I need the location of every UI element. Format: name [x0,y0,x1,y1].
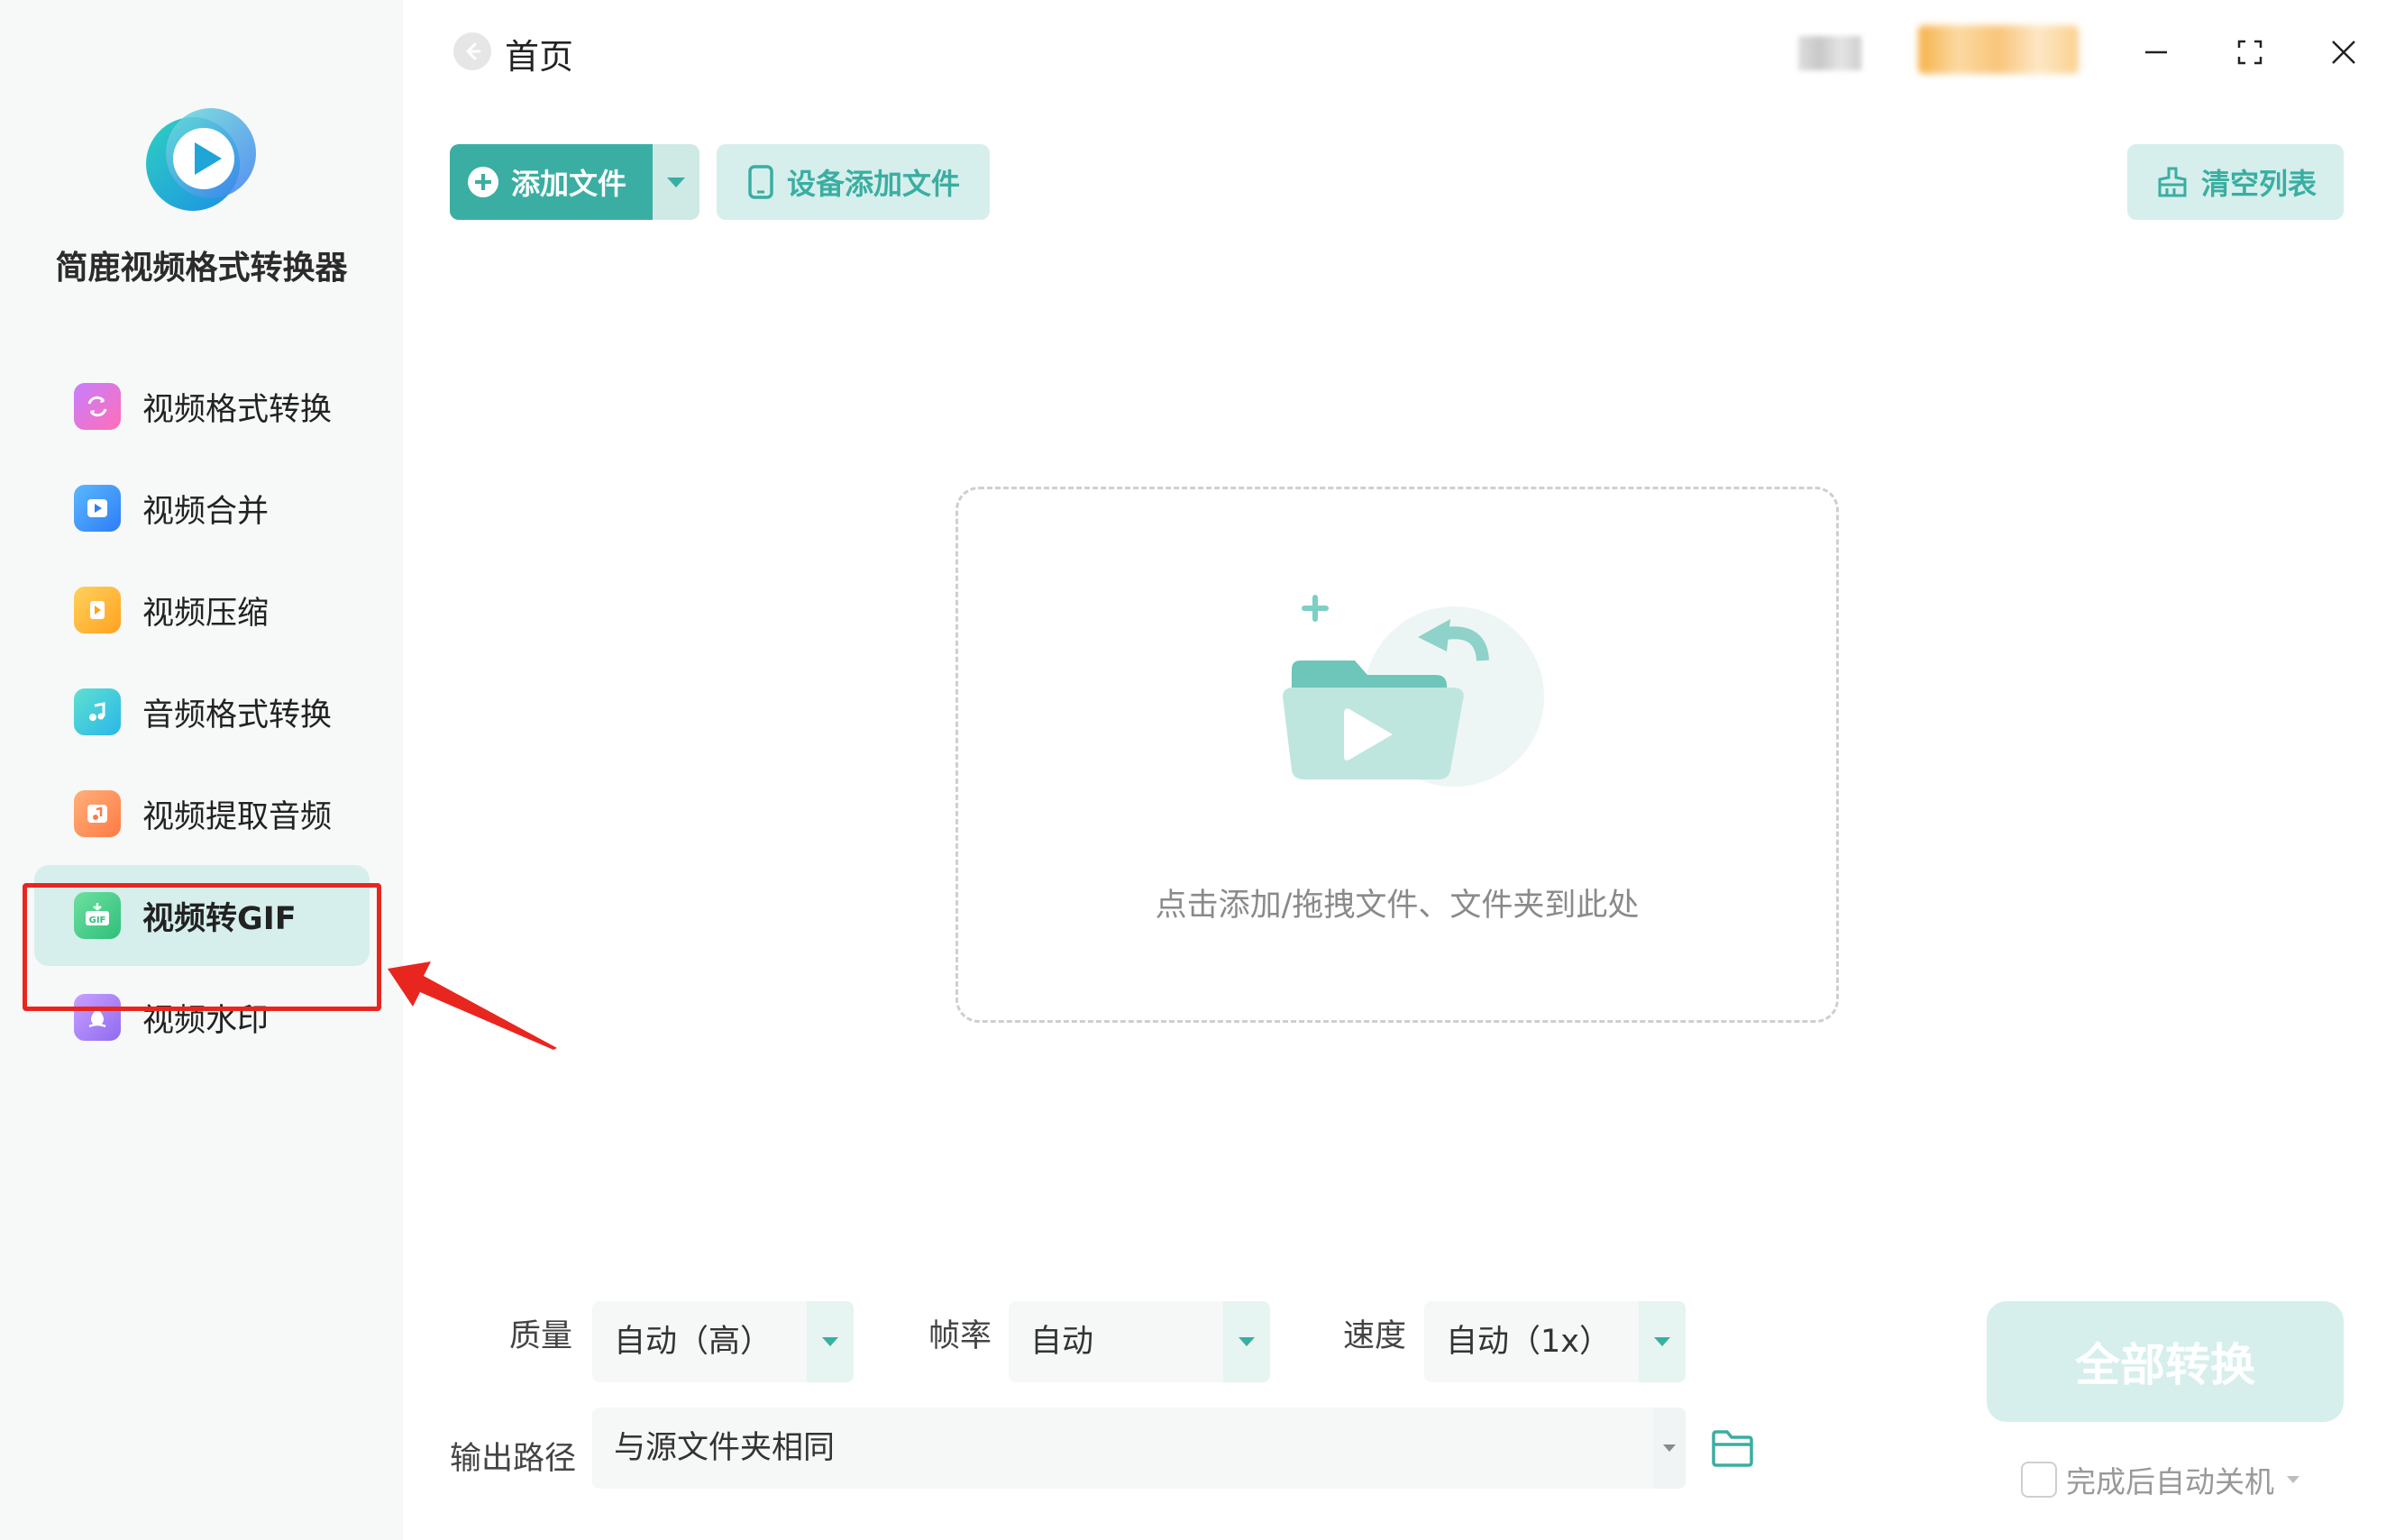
chevron-down-icon [1239,1337,1255,1346]
chevron-down-icon [1654,1337,1670,1346]
folder-video-icon [1283,595,1544,787]
sidebar-item-label: 视频压缩 [142,595,270,632]
sidebar: 简鹿视频格式转换器 视频格式转换 视频合并 视频压缩 音频格式转换 视频提取音频… [0,0,403,1540]
sidebar-item-label: 视频合并 [142,493,270,530]
broom-icon [2158,167,2187,197]
blurred-user-info[interactable] [1798,36,1861,70]
video-compress-icon [74,587,121,633]
open-folder-icon[interactable] [1711,1429,1754,1467]
video-to-gif-icon: GIF [74,892,121,939]
minimize-icon [2145,50,2167,54]
auto-shutdown-option[interactable]: 完成后自动关机 [2021,1458,2299,1501]
framerate-dropdown-arrow[interactable] [1223,1301,1270,1382]
video-merge-icon [74,485,121,532]
sidebar-item-label: 视频格式转换 [142,391,333,428]
audio-convert-icon [74,688,121,735]
back-arrow-icon[interactable] [453,32,492,71]
svg-text:GIF: GIF [89,916,106,925]
sidebar-item-video-merge[interactable]: 视频合并 [34,458,370,559]
app-logo-icon [146,108,256,211]
drop-zone-hint: 点击添加/拖拽文件、文件夹到此处 [1155,888,1640,924]
framerate-label: 帧率 [928,1318,992,1354]
sidebar-item-label: 视频水印 [142,1002,270,1039]
framerate-value: 自动 [1030,1324,1094,1360]
phone-icon [748,165,773,199]
file-drop-zone[interactable]: 点击添加/拖拽文件、文件夹到此处 [955,487,1839,1023]
sidebar-item-video-to-gif[interactable]: GIF 视频转GIF [34,865,370,966]
quality-label: 质量 [509,1318,573,1354]
auto-shutdown-label: 完成后自动关机 [2066,1464,2274,1499]
sidebar-item-label: 视频转GIF [142,900,297,937]
output-path-dropdown-arrow[interactable] [1653,1408,1686,1489]
output-path-value: 与源文件夹相同 [614,1430,836,1466]
framerate-select[interactable]: 自动 [1009,1301,1270,1382]
clear-list-label: 清空列表 [2201,167,2317,201]
page-title: 首页 [505,37,574,77]
quality-dropdown-arrow[interactable] [807,1301,854,1382]
maximize-button[interactable] [2225,27,2275,77]
chevron-down-icon [667,177,685,187]
video-convert-icon [74,383,121,430]
video-watermark-icon [74,994,121,1041]
device-add-file-label: 设备添加文件 [787,167,961,201]
output-path-select[interactable]: 与源文件夹相同 [592,1408,1686,1489]
chevron-down-icon[interactable] [2287,1476,2299,1483]
close-icon [2332,41,2355,64]
speed-dropdown-arrow[interactable] [1639,1301,1686,1382]
chevron-down-icon [1663,1444,1676,1452]
speed-value: 自动（1x） [1446,1324,1611,1360]
sidebar-item-label: 视频提取音频 [142,798,333,835]
red-arrow-icon [388,961,557,1050]
speed-select[interactable]: 自动（1x） [1424,1301,1686,1382]
output-path-label: 输出路径 [450,1441,577,1477]
minimize-button[interactable] [2131,27,2181,77]
clear-list-button[interactable]: 清空列表 [2127,144,2344,220]
sidebar-item-extract-audio[interactable]: 视频提取音频 [34,763,370,864]
sidebar-item-video-compress[interactable]: 视频压缩 [34,560,370,661]
auto-shutdown-checkbox[interactable] [2021,1462,2057,1498]
add-file-dropdown-button[interactable] [653,144,699,220]
sidebar-item-label: 音频格式转换 [142,697,333,734]
quality-value: 自动（高） [614,1324,772,1360]
quality-select[interactable]: 自动（高） [592,1301,854,1382]
sidebar-item-audio-convert[interactable]: 音频格式转换 [34,661,370,762]
device-add-file-button[interactable]: 设备添加文件 [717,144,990,220]
sidebar-item-video-convert[interactable]: 视频格式转换 [34,356,370,457]
close-button[interactable] [2318,27,2369,77]
blurred-vip-badge[interactable] [1918,25,2079,74]
app-name: 简鹿视频格式转换器 [55,250,348,287]
maximize-icon [2237,40,2263,65]
extract-audio-icon [74,790,121,837]
convert-all-button[interactable]: 全部转换 [1987,1301,2344,1422]
plus-circle-icon [468,167,498,197]
chevron-down-icon [822,1337,838,1346]
speed-label: 速度 [1343,1318,1407,1354]
add-file-button[interactable]: 添加文件 [450,144,653,220]
sidebar-item-video-watermark[interactable]: 视频水印 [34,967,370,1068]
add-file-label: 添加文件 [511,167,627,201]
